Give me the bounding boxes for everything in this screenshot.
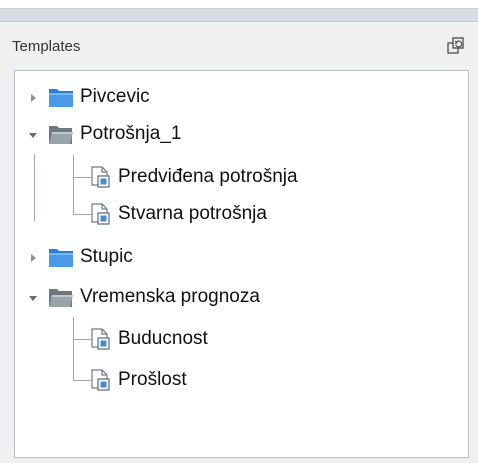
report-file-icon: [91, 166, 110, 188]
expand-arrow-icon[interactable]: [27, 251, 39, 263]
tree-line: [73, 317, 74, 381]
report-file-icon: [91, 203, 110, 225]
collapse-arrow-icon[interactable]: [27, 291, 39, 303]
tree-line: [34, 154, 35, 221]
templates-panel: Templates Pivcevic Potrošnja_1 Predviđen…: [0, 0, 478, 463]
tree-item-label: Vremenska prognoza: [80, 286, 260, 307]
tree-item-stvarna-potrosnja[interactable]: Stvarna potrošnja: [89, 199, 267, 229]
tree-item-potrosnja-1[interactable]: Potrošnja_1: [48, 119, 181, 149]
tree-item-label: Stvarna potrošnja: [118, 203, 267, 224]
panel-header: Templates: [0, 22, 478, 70]
tree-item-proslost[interactable]: Prošlost: [89, 365, 187, 395]
tree-item-pivcevic[interactable]: Pivcevic: [48, 82, 150, 112]
tree-item-label: Pivcevic: [80, 86, 150, 107]
tree-item-buducnost[interactable]: Buducnost: [89, 324, 208, 354]
splitter-grip-icon: [247, 12, 251, 25]
panel-splitter[interactable]: [0, 8, 478, 25]
tree-item-vremenska-prognoza[interactable]: Vremenska prognoza: [48, 282, 260, 312]
folder-icon: [49, 249, 73, 267]
tree-item-label: Prošlost: [118, 369, 187, 390]
report-file-icon: [91, 328, 110, 350]
report-file-icon: [91, 369, 110, 391]
folder-icon: [49, 89, 73, 107]
top-strip: [0, 0, 478, 8]
tree-line: [73, 177, 74, 214]
collapse-arrow-icon[interactable]: [27, 128, 39, 140]
panel-title: Templates: [12, 38, 81, 55]
tree-item-predvidena-potrosnja[interactable]: Predviđena potrošnja: [89, 162, 298, 192]
tree-item-label: Buducnost: [118, 328, 208, 349]
expand-arrow-icon[interactable]: [27, 91, 39, 103]
tree-item-stupic[interactable]: Stupic: [48, 242, 133, 272]
folder-open-icon: [49, 126, 73, 144]
folder-open-icon: [49, 289, 73, 307]
tree-item-label: Potrošnja_1: [80, 123, 182, 144]
templates-tree: Pivcevic Potrošnja_1 Predviđena potrošnj…: [14, 70, 469, 458]
tree-item-label: Stupic: [80, 246, 133, 267]
refresh-icon[interactable]: [446, 36, 466, 56]
tree-item-label: Predviđena potrošnja: [118, 166, 298, 187]
